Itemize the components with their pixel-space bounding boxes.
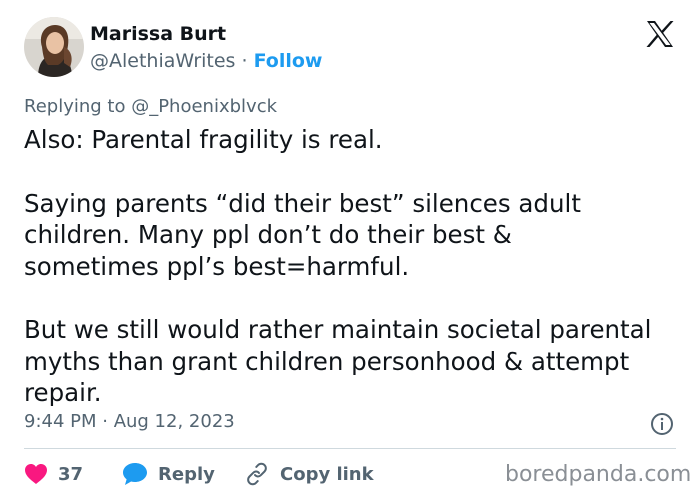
reply-button[interactable]: Reply [122, 460, 215, 488]
profile-photo [24, 17, 84, 77]
divider [24, 448, 676, 449]
tweet-line: But we still would rather maintain socie… [24, 315, 652, 344]
reply-label: Reply [158, 463, 215, 485]
follow-button[interactable]: Follow [254, 50, 323, 72]
reply-target-link[interactable]: @_Phoenixblvck [131, 96, 277, 117]
replying-prefix: Replying to [24, 96, 132, 117]
tweet-line: children. Many ppl don’t do their best & [24, 220, 512, 249]
tweet-line: Also: Parental fragility is real. [24, 125, 383, 154]
tweet-timestamp[interactable]: 9:44 PM · Aug 12, 2023 [24, 411, 235, 432]
link-icon [247, 462, 267, 486]
tweet-line: Saying parents “did their best” silences… [24, 188, 581, 218]
avatar[interactable] [24, 17, 84, 77]
tweet-line: sometimes ppl’s best=harmful. [24, 251, 410, 281]
watermark: boredpanda.com [505, 462, 692, 487]
copy-link-button[interactable]: Copy link [244, 460, 374, 488]
tweet-text: Also: Parental fragility is real. Saying… [24, 124, 684, 409]
copy-link-label: Copy link [280, 463, 374, 485]
replying-to: Replying to @_Phoenixblvck [24, 96, 277, 117]
tweet-line: repair. [24, 378, 102, 407]
like-count: 37 [58, 463, 84, 485]
x-logo-icon[interactable] [645, 20, 675, 48]
tweet-line: myths than grant children personhood & a… [24, 346, 630, 376]
author-handle-row: @AlethiaWrites · Follow [90, 50, 323, 72]
tweet-card: Marissa Burt @AlethiaWrites · Follow Rep… [0, 0, 700, 502]
separator-dot: · [241, 50, 248, 72]
heart-icon [25, 464, 47, 484]
reply-bubble-icon [123, 463, 147, 485]
author-handle[interactable]: @AlethiaWrites [90, 50, 235, 72]
like-button[interactable]: 37 [24, 460, 83, 488]
info-icon[interactable] [650, 412, 674, 436]
author-name[interactable]: Marissa Burt [90, 23, 226, 45]
